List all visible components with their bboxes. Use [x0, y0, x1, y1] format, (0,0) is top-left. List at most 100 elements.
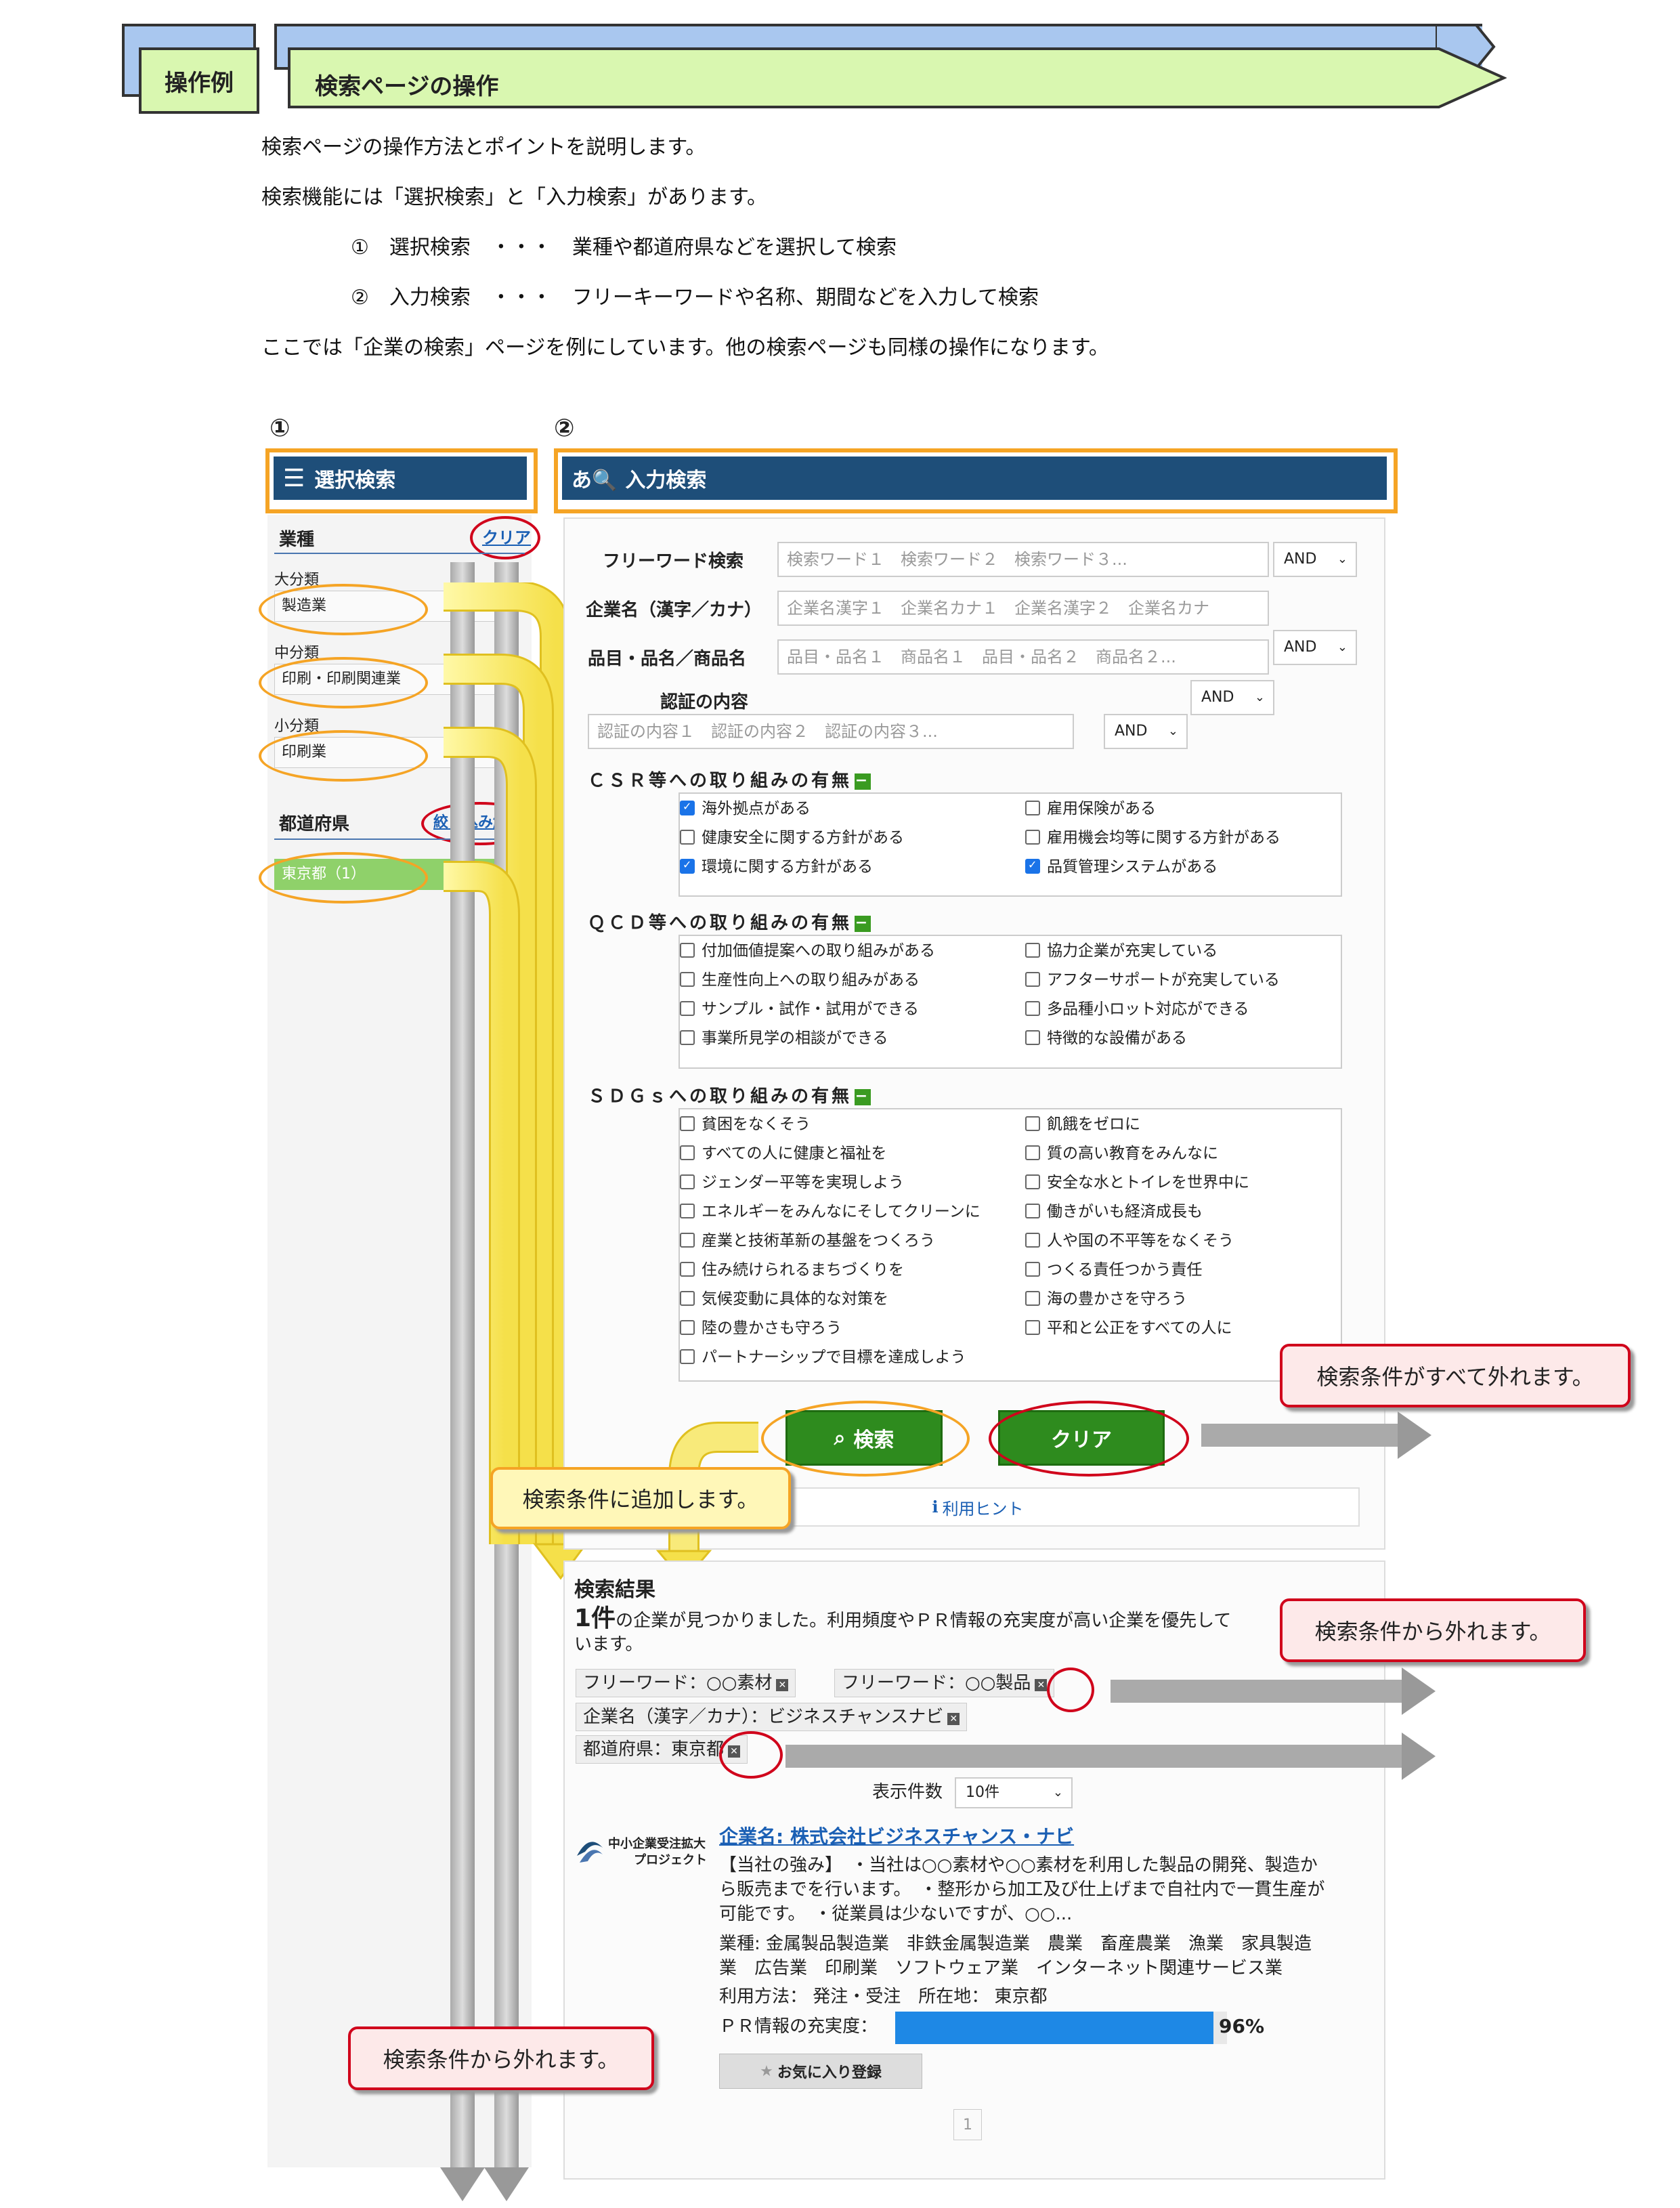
sdgs-checkbox-item[interactable]: 住み続けられるまちづくりを — [680, 1256, 904, 1279]
sdgs-checkbox-item[interactable]: 働きがいも経済成長も — [1025, 1198, 1203, 1221]
gray-right-arrow-2 — [1111, 1668, 1436, 1715]
csr-checkbox-item[interactable]: 雇用機会均等に関する方針がある — [1025, 824, 1280, 847]
collapse-icon[interactable]: − — [855, 1088, 871, 1105]
checkbox[interactable] — [1025, 1030, 1040, 1045]
sdgs-checkbox-item[interactable]: 陸の豊かさも守ろう — [680, 1315, 842, 1338]
checkbox[interactable] — [1025, 1233, 1040, 1248]
sdgs-checkbox-item[interactable]: 海の豊かさを守ろう — [1025, 1286, 1187, 1309]
csr-checkbox-item[interactable]: 環境に関する方針がある — [680, 853, 873, 876]
cert-operator[interactable]: AND ⌄ — [1104, 714, 1188, 749]
page-number[interactable]: 1 — [953, 2109, 982, 2140]
favorite-button[interactable]: ★ お気に入り登録 — [719, 2054, 922, 2089]
checkbox[interactable] — [680, 943, 695, 958]
tab-label: 操作例 — [139, 47, 259, 114]
checkbox[interactable] — [1025, 858, 1040, 874]
checkbox[interactable] — [1025, 801, 1040, 815]
checkbox[interactable] — [680, 1291, 695, 1306]
qcd-checkbox-item[interactable]: サンプル・試作・試用ができる — [680, 996, 919, 1019]
checkbox[interactable] — [1025, 1291, 1040, 1306]
filter-tag[interactable]: フリーワード：○○素材 ✕ — [576, 1669, 796, 1697]
checkbox-label: 海外拠点がある — [702, 800, 811, 818]
qcd-checkbox-item[interactable]: 多品種小ロット対応ができる — [1025, 996, 1249, 1019]
qcd-checkbox-item[interactable]: 特徴的な設備がある — [1025, 1025, 1187, 1048]
checkbox[interactable] — [1025, 1204, 1040, 1218]
close-icon[interactable]: ✕ — [1035, 1679, 1048, 1691]
checkbox[interactable] — [1025, 1145, 1040, 1160]
checkbox[interactable] — [1025, 1001, 1040, 1016]
product-input[interactable]: 品目・品名１ 商品名１ 品目・品名２ 商品名２... — [777, 639, 1269, 675]
checkbox-label: 多品種小ロット対応ができる — [1047, 1000, 1249, 1018]
checkbox[interactable] — [1025, 943, 1040, 958]
checkbox-label: 付加価値提案への取り組みがある — [702, 942, 935, 960]
sdgs-checkbox-item[interactable]: ジェンダー平等を実現しよう — [680, 1169, 904, 1192]
qcd-checkbox-item[interactable]: 生産性向上への取り組みがある — [680, 967, 920, 990]
marker-two: ② — [554, 415, 575, 442]
checkbox[interactable] — [680, 830, 695, 845]
sdgs-checkbox-item[interactable]: 質の高い教育をみんなに — [1025, 1140, 1218, 1163]
checkbox[interactable] — [1025, 1174, 1040, 1189]
free-word-operator[interactable]: AND ⌄ — [1273, 542, 1357, 577]
checkbox[interactable] — [680, 972, 695, 987]
checkbox[interactable] — [680, 1262, 695, 1277]
close-icon[interactable]: ✕ — [776, 1679, 789, 1691]
checkbox-label: 海の豊かさを守ろう — [1047, 1290, 1187, 1308]
intro-item2: ② 入力検索 ・・・ フリーキーワードや名称、期間などを入力して検索 — [351, 286, 1039, 310]
checkbox[interactable] — [680, 1174, 695, 1189]
strength-line3: 可能です。 ・従業員は少ないですが、○○... — [719, 1904, 1073, 1924]
checkbox-label: パートナーシップで目標を達成しよう — [702, 1349, 966, 1366]
sdgs-checkbox-item[interactable]: パートナーシップで目標を達成しよう — [680, 1344, 966, 1367]
checkbox[interactable] — [680, 1233, 695, 1248]
sdgs-checkbox-item[interactable]: 人や国の不平等をなくそう — [1025, 1227, 1234, 1250]
checkbox[interactable] — [680, 1204, 695, 1218]
filter-tag[interactable]: フリーワード：○○製品 ✕ — [834, 1669, 1055, 1697]
product-operator[interactable]: AND ⌄ — [1273, 630, 1357, 665]
sdgs-checkbox-item[interactable]: つくる責任つかう責任 — [1025, 1256, 1203, 1279]
industry-line1: 業種: 金属製品製造業 非鉄金属製造業 農業 畜産農業 漁業 家具製造 — [719, 1934, 1312, 1954]
per-page-select[interactable]: 10件 ⌄ — [955, 1777, 1073, 1808]
collapse-icon[interactable]: − — [855, 915, 871, 932]
checkbox[interactable] — [680, 800, 695, 815]
sdgs-checkbox-item[interactable]: 貧困をなくそう — [680, 1111, 811, 1134]
checkbox[interactable] — [680, 1001, 695, 1016]
csr-checkbox-item[interactable]: 健康安全に関する方針がある — [680, 824, 904, 847]
checkbox-label: 安全な水とトイレを世界中に — [1047, 1174, 1249, 1191]
csr-checkbox-item[interactable]: 海外拠点がある — [680, 795, 811, 818]
csr-checkbox-item[interactable]: 雇用保険がある — [1025, 795, 1156, 818]
qcd-checkbox-item[interactable]: アフターサポートが充実している — [1025, 967, 1280, 990]
checkbox-label: すべての人に健康と福祉を — [702, 1145, 887, 1162]
sdgs-checkbox-item[interactable]: 産業と技術革新の基盤をつくろう — [680, 1227, 935, 1250]
checkbox[interactable] — [680, 1030, 695, 1045]
collapse-icon[interactable]: − — [855, 773, 871, 790]
cert-input[interactable]: 認証の内容１ 認証の内容２ 認証の内容３... — [588, 714, 1074, 749]
qcd-checkbox-item[interactable]: 付加価値提案への取り組みがある — [680, 937, 935, 960]
sdgs-checkbox-item[interactable]: 安全な水とトイレを世界中に — [1025, 1169, 1249, 1192]
csr-checkbox-item[interactable]: 品質管理システムがある — [1025, 853, 1218, 876]
free-word-input[interactable]: 検索ワード１ 検索ワード２ 検索ワード３... — [777, 542, 1269, 577]
close-icon[interactable]: ✕ — [947, 1713, 960, 1725]
checkbox[interactable] — [680, 858, 695, 874]
sdgs-checkbox-item[interactable]: すべての人に健康と福祉を — [680, 1140, 886, 1163]
sdgs-checkbox-item[interactable]: 飢餓をゼロに — [1025, 1111, 1140, 1134]
product-label: 品目・品名／商品名 — [588, 649, 747, 669]
checkbox[interactable] — [1025, 972, 1040, 987]
checkbox[interactable] — [680, 1145, 695, 1160]
checkbox[interactable] — [1025, 1320, 1040, 1335]
checkbox[interactable] — [1025, 830, 1040, 845]
company-link[interactable]: 企業名: 株式会社ビジネスチャンス・ナビ — [719, 1825, 1074, 1849]
checkbox[interactable] — [680, 1116, 695, 1131]
checkbox[interactable] — [680, 1349, 695, 1364]
checkbox[interactable] — [1025, 1262, 1040, 1277]
chevron-down-icon: ⌄ — [1337, 552, 1348, 566]
filter-tag[interactable]: 企業名（漢字／カナ）：ビジネスチャンスナビ ✕ — [576, 1703, 968, 1731]
sdgs-checkbox-item[interactable]: エネルギーをみんなにそしてクリーンに — [680, 1198, 981, 1221]
checkbox[interactable] — [680, 1320, 695, 1335]
cert-operator-upper[interactable]: AND ⌄ — [1190, 680, 1274, 715]
company-input[interactable]: 企業名漢字１ 企業名カナ１ 企業名漢字２ 企業名カナ — [777, 591, 1269, 626]
sdgs-checkbox-item[interactable]: 平和と公正をすべての人に — [1025, 1315, 1232, 1338]
intro-line1: 検索ページの操作方法とポイントを説明します。 — [261, 135, 706, 159]
star-icon: ★ — [760, 2062, 773, 2080]
checkbox[interactable] — [1025, 1116, 1040, 1131]
sdgs-checkbox-item[interactable]: 気候変動に具体的な対策を — [680, 1286, 888, 1309]
qcd-checkbox-item[interactable]: 協力企業が充実している — [1025, 937, 1218, 960]
qcd-checkbox-item[interactable]: 事業所見学の相談ができる — [680, 1025, 888, 1048]
